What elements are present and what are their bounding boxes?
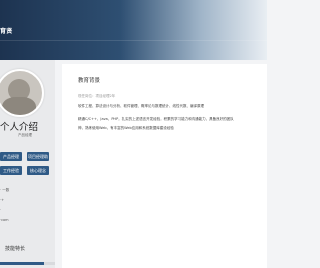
info-line-2: ·+ — [0, 198, 5, 202]
skills-title: 技能特长 — [5, 246, 26, 252]
tag-button-3[interactable]: 工作经验 — [0, 166, 22, 175]
header-banner: 育贤 — [0, 0, 267, 60]
skill-bar-fill — [0, 262, 44, 265]
info-line-3: · — [0, 208, 2, 212]
profile-name: 个人介绍 — [0, 122, 39, 133]
page-title: 育贤 — [0, 28, 13, 35]
tag-button-2[interactable]: 项目经理助 — [27, 152, 49, 161]
education-paragraph-3: 神，熟练使用Web，有丰富的Web应用和系统数据库建设经验 — [78, 126, 174, 130]
tag-button-4[interactable]: 核心理念 — [27, 166, 49, 175]
skill-bar — [0, 262, 55, 265]
tag-button-1[interactable]: 产品经理 — [0, 152, 22, 161]
info-line-4: ·com — [0, 218, 9, 222]
info-line-1: · 一数 — [0, 188, 10, 192]
education-title: 教育背景 — [78, 78, 101, 84]
profile-role: 产品经理 — [18, 133, 32, 137]
education-subtitle: 现任岗位：项目经理2年 — [78, 94, 116, 98]
education-paragraph-1: 软件工程、算法设计与分析、软件管理、概率论与数理统计、线性代数、编译原理 — [78, 104, 204, 108]
education-paragraph-2: 精通C/C++、Java、PHP，扎实的上述语言开发经验，积累的学习能力和沟通能… — [78, 117, 234, 121]
avatar-body — [2, 97, 36, 115]
header-divider — [0, 40, 267, 41]
